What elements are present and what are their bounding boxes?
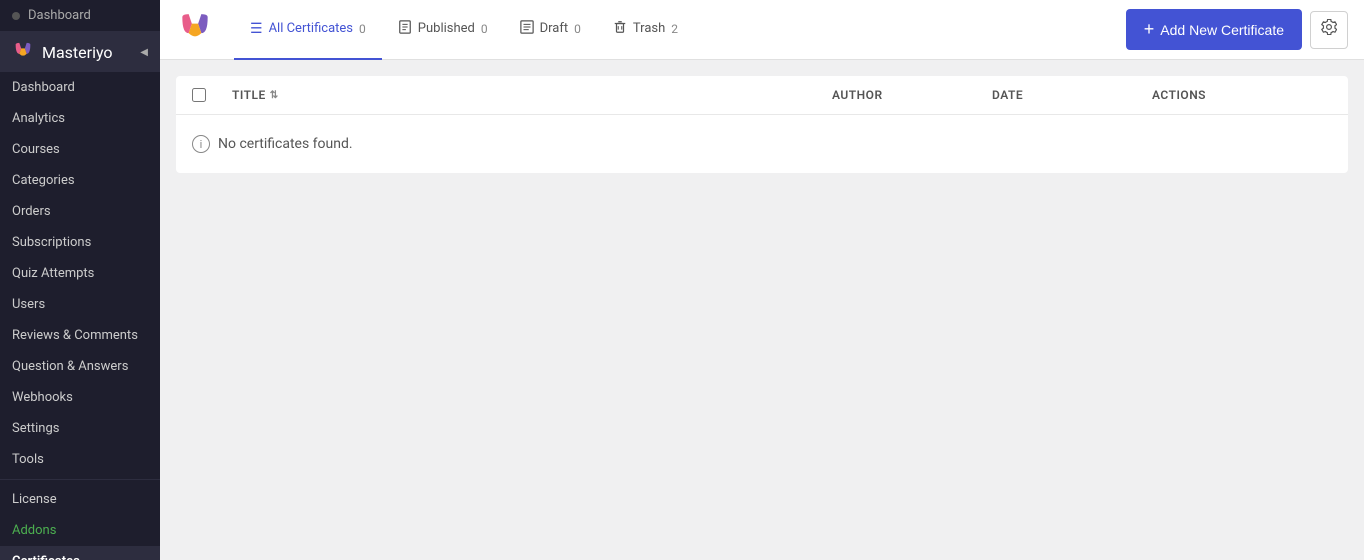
sidebar-item-label: Webhooks xyxy=(12,390,73,405)
tab-count: 0 xyxy=(359,22,366,36)
info-icon: i xyxy=(192,135,210,153)
tab-label: Trash xyxy=(633,21,665,36)
all-certificates-icon: ☰ xyxy=(250,21,263,37)
sidebar-item-label: License xyxy=(12,492,57,507)
sidebar-item-label: Addons xyxy=(12,523,56,538)
sidebar-item-reviews-comments[interactable]: Reviews & Comments xyxy=(0,320,160,351)
sidebar-item-label: Categories xyxy=(12,173,75,188)
main-content: ☰ All Certificates 0 Published 0 Draft 0 xyxy=(160,0,1364,560)
topbar-actions: + Add New Certificate xyxy=(1126,9,1348,50)
gear-icon xyxy=(1321,19,1337,40)
masteriyo-brand-icon xyxy=(176,11,214,49)
sidebar-item-license[interactable]: License xyxy=(0,484,160,515)
plus-icon: + xyxy=(1144,19,1155,40)
sort-icon[interactable]: ⇅ xyxy=(270,90,279,101)
title-column-label: TITLE xyxy=(232,88,266,102)
tab-label: Draft xyxy=(540,21,569,36)
sidebar-item-categories[interactable]: Categories xyxy=(0,165,160,196)
column-header-author: AUTHOR xyxy=(832,88,992,102)
sidebar-item-orders[interactable]: Orders xyxy=(0,196,160,227)
sidebar-item-label: Orders xyxy=(12,204,51,219)
sidebar-item-label: Subscriptions xyxy=(12,235,91,250)
trash-icon xyxy=(613,20,627,38)
sidebar-item-certificates[interactable]: Certificates xyxy=(0,546,160,560)
sidebar-divider xyxy=(0,479,160,480)
tab-all-certificates[interactable]: ☰ All Certificates 0 xyxy=(234,0,382,60)
sidebar-item-label: Dashboard xyxy=(12,80,75,95)
date-column-label: DATE xyxy=(992,88,1023,102)
page-content: TITLE ⇅ AUTHOR DATE ACTIONS i No certifi… xyxy=(160,60,1364,560)
sidebar-item-label: Users xyxy=(12,297,45,312)
certificates-table: TITLE ⇅ AUTHOR DATE ACTIONS i No certifi… xyxy=(176,76,1348,173)
sidebar-item-label: Reviews & Comments xyxy=(12,328,138,343)
sidebar-wp-dashboard[interactable]: Dashboard xyxy=(0,0,160,32)
tab-count: 0 xyxy=(481,22,488,36)
topbar: ☰ All Certificates 0 Published 0 Draft 0 xyxy=(160,0,1364,60)
tab-draft[interactable]: Draft 0 xyxy=(504,0,597,60)
sidebar-collapse-icon[interactable]: ◀ xyxy=(140,47,148,58)
sidebar-item-label: Certificates xyxy=(12,554,80,560)
tab-trash[interactable]: Trash 2 xyxy=(597,0,694,60)
table-header: TITLE ⇅ AUTHOR DATE ACTIONS xyxy=(176,76,1348,115)
wp-icon xyxy=(12,12,20,20)
sidebar-item-label: Tools xyxy=(12,452,44,467)
tabs: ☰ All Certificates 0 Published 0 Draft 0 xyxy=(234,0,1126,60)
wp-dashboard-label: Dashboard xyxy=(28,8,91,23)
sidebar-item-settings[interactable]: Settings xyxy=(0,413,160,444)
sidebar-item-subscriptions[interactable]: Subscriptions xyxy=(0,227,160,258)
sidebar-item-courses[interactable]: Courses xyxy=(0,134,160,165)
actions-column-label: ACTIONS xyxy=(1152,88,1206,102)
tab-label: All Certificates xyxy=(269,21,353,36)
sidebar-brand: Masteriyo ◀ xyxy=(0,32,160,72)
column-header-title: TITLE ⇅ xyxy=(232,88,832,102)
sidebar-item-label: Quiz Attempts xyxy=(12,266,94,281)
select-all-checkbox-wrap[interactable] xyxy=(192,88,232,102)
sidebar: Dashboard Masteriyo ◀ Dashboard Analytic… xyxy=(0,0,160,560)
sidebar-item-label: Question & Answers xyxy=(12,359,128,374)
author-column-label: AUTHOR xyxy=(832,88,883,102)
logo-area xyxy=(176,11,214,49)
tab-label: Published xyxy=(418,21,475,36)
sidebar-item-question-answers[interactable]: Question & Answers xyxy=(0,351,160,382)
column-header-date: DATE xyxy=(992,88,1152,102)
add-new-certificate-button[interactable]: + Add New Certificate xyxy=(1126,9,1302,50)
add-button-label: Add New Certificate xyxy=(1160,22,1284,38)
sidebar-item-tools[interactable]: Tools xyxy=(0,444,160,475)
tab-count: 0 xyxy=(574,22,581,36)
sidebar-item-label: Analytics xyxy=(12,111,65,126)
empty-message: No certificates found. xyxy=(218,136,353,152)
tab-count: 2 xyxy=(671,22,678,36)
tab-published[interactable]: Published 0 xyxy=(382,0,504,60)
sidebar-item-addons[interactable]: Addons xyxy=(0,515,160,546)
select-all-checkbox[interactable] xyxy=(192,88,206,102)
column-header-actions: ACTIONS xyxy=(1152,88,1332,102)
sidebar-nav: Dashboard Analytics Courses Categories O… xyxy=(0,72,160,560)
sidebar-item-analytics[interactable]: Analytics xyxy=(0,103,160,134)
settings-button[interactable] xyxy=(1310,11,1348,49)
sidebar-item-label: Courses xyxy=(12,142,60,157)
sidebar-item-users[interactable]: Users xyxy=(0,289,160,320)
sidebar-item-dashboard[interactable]: Dashboard xyxy=(0,72,160,103)
empty-state-row: i No certificates found. xyxy=(176,115,1348,173)
masteriyo-logo-icon xyxy=(12,41,34,63)
sidebar-item-quiz-attempts[interactable]: Quiz Attempts xyxy=(0,258,160,289)
sidebar-item-webhooks[interactable]: Webhooks xyxy=(0,382,160,413)
sidebar-item-label: Settings xyxy=(12,421,59,436)
brand-label: Masteriyo xyxy=(42,43,113,62)
published-icon xyxy=(398,20,412,38)
draft-icon xyxy=(520,20,534,38)
